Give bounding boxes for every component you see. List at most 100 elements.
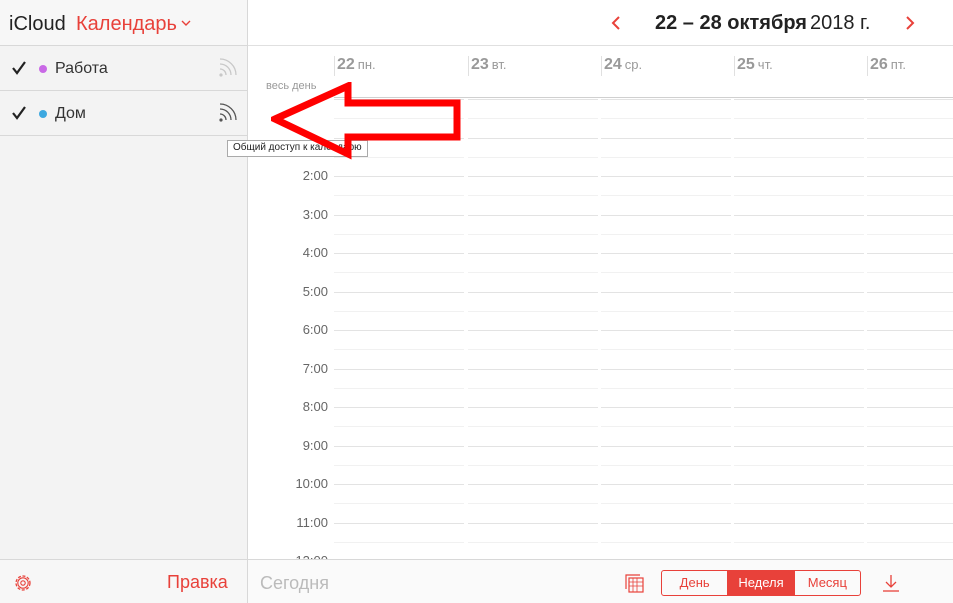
half-hour-gridline [734, 349, 864, 350]
calendar-color-dot [39, 110, 47, 118]
half-hour-gridline [867, 426, 953, 427]
hour-gridline [468, 484, 598, 485]
hour-label: 5:00 [302, 284, 328, 299]
hour-gridline [601, 215, 731, 216]
hour-gridline [734, 369, 864, 370]
view-month-button[interactable]: Месяц [793, 571, 860, 595]
hour-gridline [334, 523, 464, 524]
day-column[interactable]: 24 ср. [601, 46, 733, 559]
half-hour-gridline [601, 349, 731, 350]
day-column[interactable]: 26 пт. [867, 46, 953, 559]
view-week-button[interactable]: Неделя [727, 571, 794, 595]
hour-gridline [334, 176, 464, 177]
hour-gridline [468, 215, 598, 216]
hour-gridline [468, 330, 598, 331]
hour-gridline [601, 523, 731, 524]
settings-gear-icon[interactable] [12, 572, 34, 594]
chevron-down-icon[interactable] [181, 14, 191, 32]
sidebar-header: iCloud Календарь [0, 0, 247, 46]
hour-gridline [601, 484, 731, 485]
half-hour-gridline [734, 388, 864, 389]
hour-gridline [601, 330, 731, 331]
hour-gridline [601, 99, 731, 100]
half-hour-gridline [867, 195, 953, 196]
hour-label: 4:00 [302, 245, 328, 260]
half-hour-gridline [334, 542, 464, 543]
chevron-right-icon[interactable] [904, 14, 916, 32]
half-hour-gridline [867, 388, 953, 389]
view-day-button[interactable]: День [662, 571, 727, 595]
half-hour-gridline [334, 272, 464, 273]
half-hour-gridline [867, 465, 953, 466]
hour-gridline [867, 330, 953, 331]
half-hour-gridline [867, 311, 953, 312]
half-hour-gridline [601, 118, 731, 119]
half-hour-gridline [468, 195, 598, 196]
half-hour-gridline [734, 465, 864, 466]
calendar-name: Работа [55, 60, 108, 77]
hour-label: 8:00 [302, 399, 328, 414]
day-weekday: пн. [357, 57, 376, 72]
half-hour-gridline [334, 311, 464, 312]
hour-gridline [334, 215, 464, 216]
hour-gridline [334, 369, 464, 370]
half-hour-gridline [734, 118, 864, 119]
hour-gridline [468, 138, 598, 139]
hour-gridline [468, 446, 598, 447]
hour-label: 2:00 [302, 168, 328, 183]
hour-gridline [601, 446, 731, 447]
hour-label: 9:00 [302, 438, 328, 453]
hour-gridline [468, 523, 598, 524]
day-column[interactable]: 25 чт. [734, 46, 866, 559]
week-navigation-bar: 22 – 28 октября 2018 г. [248, 0, 953, 46]
hour-gridline [734, 330, 864, 331]
hour-gridline [468, 99, 598, 100]
half-hour-gridline [867, 503, 953, 504]
hour-gridline [734, 138, 864, 139]
calendars-icon[interactable] [623, 572, 645, 594]
today-button[interactable]: Сегодня [260, 573, 329, 594]
app-title-menu[interactable]: Календарь [76, 13, 177, 36]
hour-gridline [601, 292, 731, 293]
half-hour-gridline [601, 542, 731, 543]
download-icon[interactable] [880, 572, 902, 594]
half-hour-gridline [334, 349, 464, 350]
sidebar: iCloud Календарь Работа Дом Правка [0, 0, 248, 603]
half-hour-gridline [601, 311, 731, 312]
share-icon[interactable] [216, 103, 240, 125]
hour-gridline [334, 253, 464, 254]
half-hour-gridline [867, 349, 953, 350]
hour-gridline [867, 138, 953, 139]
hour-gridline [468, 407, 598, 408]
calendar-item-rabota[interactable]: Работа [0, 47, 247, 91]
hour-gridline [601, 176, 731, 177]
day-weekday: чт. [757, 57, 773, 72]
hour-label: 10:00 [295, 476, 328, 491]
edit-button[interactable]: Правка [167, 572, 228, 593]
hour-gridline [734, 253, 864, 254]
half-hour-gridline [734, 195, 864, 196]
half-hour-gridline [334, 234, 464, 235]
day-header: 24 ср. [601, 56, 733, 76]
hour-gridline [468, 253, 598, 254]
half-hour-gridline [334, 503, 464, 504]
calendar-item-dom[interactable]: Дом [0, 92, 247, 136]
annotation-arrow-icon [271, 82, 461, 160]
share-icon[interactable] [216, 58, 240, 80]
hour-gridline [867, 176, 953, 177]
hour-gridline [867, 484, 953, 485]
half-hour-gridline [334, 426, 464, 427]
hour-gridline [867, 369, 953, 370]
day-weekday: вт. [491, 57, 507, 72]
half-hour-gridline [468, 426, 598, 427]
half-hour-gridline [734, 542, 864, 543]
day-column[interactable]: 23 вт. [468, 46, 600, 559]
day-header: 26 пт. [867, 56, 953, 76]
half-hour-gridline [468, 542, 598, 543]
half-hour-gridline [334, 195, 464, 196]
checkmark-icon[interactable] [11, 60, 27, 76]
view-switcher: День Неделя Месяц [661, 570, 861, 596]
chevron-left-icon[interactable] [610, 14, 622, 32]
hour-gridline [601, 253, 731, 254]
checkmark-icon[interactable] [11, 105, 27, 121]
